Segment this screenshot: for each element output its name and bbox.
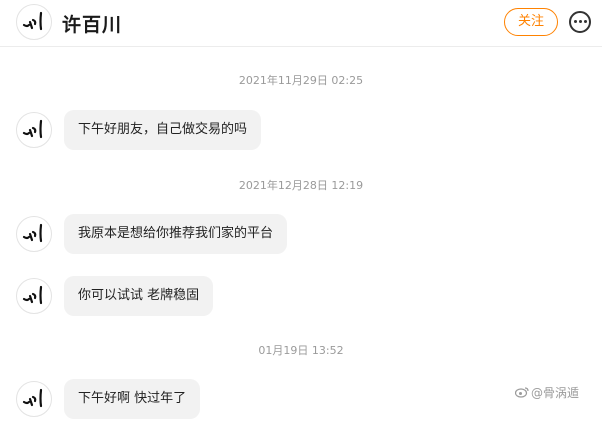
chat-header: 许百川 关注 xyxy=(0,0,602,47)
message-row: 下午好啊 快过年了 xyxy=(0,379,602,423)
message-bubble[interactable]: 你可以试试 老牌稳固 xyxy=(64,276,214,316)
watermark-text: @骨涡遁 xyxy=(531,386,580,400)
follow-button[interactable]: 关注 xyxy=(504,8,558,36)
avatar[interactable] xyxy=(16,4,52,40)
chat-page: 许百川 关注 2021年11月29日 02:25 下午好朋友，自己做交易的吗 2… xyxy=(0,0,602,427)
message-row: 你可以试试 老牌稳固 xyxy=(0,276,602,320)
avatar-brush-icon xyxy=(22,285,43,305)
avatar-brush-icon xyxy=(22,119,43,139)
avatar[interactable] xyxy=(16,112,52,148)
avatar-brush-icon xyxy=(22,11,43,31)
message-row: 我原本是想给你推荐我们家的平台 xyxy=(0,214,602,258)
chat-title: 许百川 xyxy=(62,14,123,36)
message-bubble[interactable]: 下午好啊 快过年了 xyxy=(64,379,201,419)
avatar-brush-icon xyxy=(22,388,43,408)
message-timestamp: 2021年11月29日 02:25 xyxy=(238,74,364,87)
message-timestamp: 2021年12月28日 12:19 xyxy=(238,179,364,192)
watermark: @骨涡遁 xyxy=(514,384,580,401)
avatar-brush-icon xyxy=(22,223,43,243)
more-options-icon[interactable] xyxy=(569,11,591,33)
weibo-icon xyxy=(514,386,529,401)
avatar[interactable] xyxy=(16,216,52,252)
message-row: 下午好朋友，自己做交易的吗 xyxy=(0,110,602,154)
avatar[interactable] xyxy=(16,381,52,417)
message-bubble[interactable]: 下午好朋友，自己做交易的吗 xyxy=(64,110,262,150)
avatar[interactable] xyxy=(16,278,52,314)
message-bubble[interactable]: 我原本是想给你推荐我们家的平台 xyxy=(64,214,288,254)
message-timestamp: 01月19日 13:52 xyxy=(258,344,344,357)
